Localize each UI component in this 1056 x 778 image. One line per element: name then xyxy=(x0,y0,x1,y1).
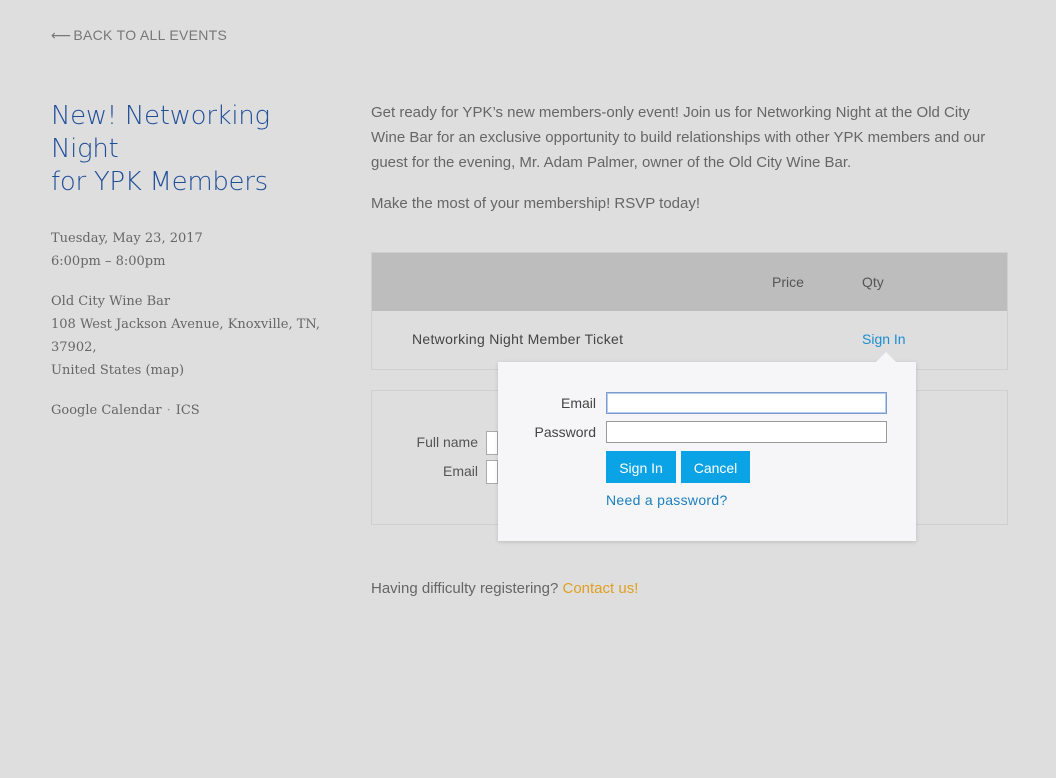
full-name-label: Full name xyxy=(416,433,478,450)
ticket-sign-in-link[interactable]: Sign In xyxy=(862,331,906,347)
calendar-separator: · xyxy=(166,403,171,418)
sign-in-popover: Email Password Sign In Cancel Need a pas… xyxy=(498,352,916,541)
event-address-line1: 108 West Jackson Avenue, Knoxville, TN, … xyxy=(51,317,321,355)
popover-sign-in-button[interactable]: Sign In xyxy=(606,451,676,483)
popover-cancel-button[interactable]: Cancel xyxy=(681,451,750,483)
popover-password-label: Password xyxy=(534,424,596,440)
popover-password-input[interactable] xyxy=(606,421,887,443)
registration-email-label: Email xyxy=(442,462,478,479)
event-time: 6:00pm – 8:00pm xyxy=(51,254,166,269)
price-column-header: Price xyxy=(772,274,804,290)
popover-caret-icon xyxy=(876,352,896,362)
popover-email-input[interactable] xyxy=(606,392,887,414)
full-name-input[interactable] xyxy=(486,431,498,455)
ticket-table: Price Qty Networking Night Member Ticket… xyxy=(371,252,1008,370)
help-question: Having difficulty registering? xyxy=(371,580,559,597)
back-to-events-link[interactable]: ⟵ BACK TO ALL EVENTS xyxy=(51,27,227,44)
popover-password-row: Password xyxy=(498,421,916,445)
event-rsvp-prompt: Make the most of your membership! RSVP t… xyxy=(371,195,701,212)
event-sidebar: New! Networking Night for YPK Members Tu… xyxy=(51,100,341,422)
event-date: Tuesday, May 23, 2017 xyxy=(51,231,203,246)
event-description: Get ready for YPK’s new members-only eve… xyxy=(371,104,986,171)
full-name-row: Full name xyxy=(372,431,498,455)
ticket-table-header: Price Qty xyxy=(372,253,1007,311)
registration-email-input[interactable] xyxy=(486,460,498,484)
back-link-label: BACK TO ALL EVENTS xyxy=(73,27,228,43)
event-title: New! Networking Night for YPK Members xyxy=(51,100,341,199)
calendar-links: Google Calendar · ICS xyxy=(51,399,341,422)
address-country: United States xyxy=(51,363,146,378)
event-venue: Old City Wine Bar xyxy=(51,294,171,309)
event-title-line1: New! Networking Night xyxy=(51,101,270,164)
table-row: Networking Night Member Ticket Sign In xyxy=(372,311,1007,369)
qty-column-header: Qty xyxy=(862,274,884,290)
popover-email-label: Email xyxy=(560,395,596,411)
event-title-line2: for YPK Members xyxy=(51,167,268,197)
ics-link[interactable]: ICS xyxy=(176,403,200,418)
map-link[interactable]: (map) xyxy=(145,363,184,378)
back-arrow-icon: ⟵ xyxy=(51,27,72,43)
need-password-link[interactable]: Need a password? xyxy=(606,492,728,508)
email-row: Email xyxy=(372,460,498,484)
popover-email-row: Email xyxy=(498,392,916,416)
event-location: Old City Wine Bar 108 West Jackson Avenu… xyxy=(51,290,341,382)
ticket-name: Networking Night Member Ticket xyxy=(412,331,624,347)
event-address-line2: United States (map) xyxy=(51,359,341,382)
help-text: Having difficulty registering? Contact u… xyxy=(371,580,638,597)
contact-us-link[interactable]: Contact us! xyxy=(563,580,639,597)
google-calendar-link[interactable]: Google Calendar xyxy=(51,403,162,418)
event-datetime: Tuesday, May 23, 2017 6:00pm – 8:00pm xyxy=(51,227,341,273)
